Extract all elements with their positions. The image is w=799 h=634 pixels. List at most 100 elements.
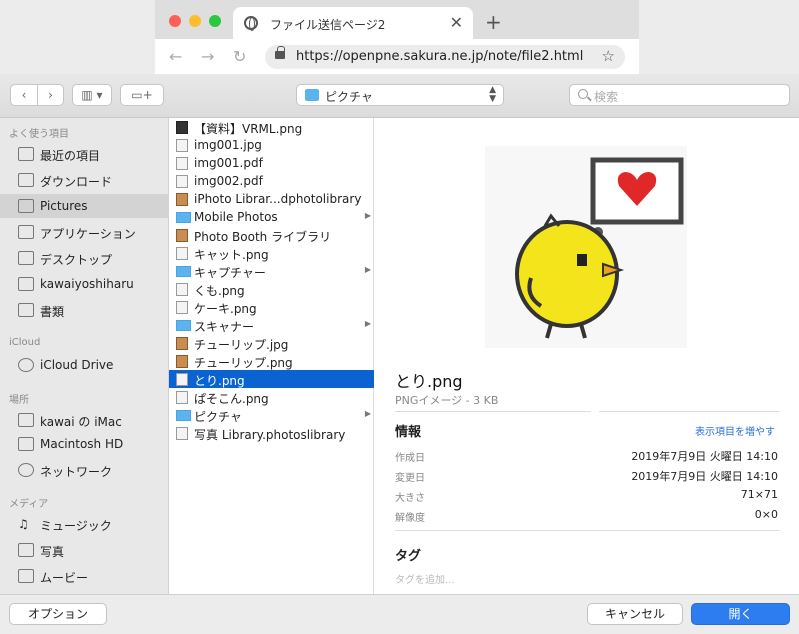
back-button[interactable]: ‹ bbox=[11, 85, 37, 105]
folder-item[interactable]: Mobile Photos ▶ bbox=[169, 208, 374, 226]
file-name: キャット.png bbox=[194, 248, 269, 262]
folder-icon bbox=[18, 173, 34, 187]
close-window-button[interactable] bbox=[169, 15, 181, 27]
file-name: img001.jpg bbox=[194, 138, 262, 152]
folder-icon bbox=[176, 212, 191, 223]
sidebar-header-locations: 場所 bbox=[9, 395, 29, 406]
sidebar-item-applications[interactable]: アプリケーション bbox=[0, 220, 168, 244]
file-item[interactable]: img002.pdf bbox=[169, 172, 374, 190]
dialog-toolbar: ‹ › ▥ ▾ ▭+ ピクチャ ▲ ▼ 検索 bbox=[0, 74, 799, 118]
cancel-button[interactable]: キャンセル bbox=[587, 603, 683, 625]
applications-icon bbox=[18, 225, 34, 239]
disclosure-arrow-icon: ▶ bbox=[364, 265, 371, 274]
file-item[interactable]: Photo Booth ライブラリ bbox=[169, 226, 374, 244]
sidebar-item-macintosh-hd[interactable]: Macintosh HD bbox=[0, 432, 168, 456]
back-icon[interactable]: ← bbox=[169, 47, 182, 66]
file-item[interactable]: チューリップ.png bbox=[169, 352, 374, 370]
file-item[interactable]: img001.pdf bbox=[169, 154, 374, 172]
forward-button[interactable]: › bbox=[37, 85, 63, 105]
file-item[interactable]: ケーキ.png bbox=[169, 298, 374, 316]
music-icon: ♫ bbox=[18, 517, 29, 531]
file-item[interactable]: キャット.png bbox=[169, 244, 374, 262]
file-item[interactable]: ぱそこん.png bbox=[169, 388, 374, 406]
tags-input[interactable]: タグを追加... bbox=[395, 571, 455, 586]
bookmark-star-icon[interactable]: ☆ bbox=[602, 47, 615, 65]
file-name: img002.pdf bbox=[194, 174, 263, 188]
info-key: 大きさ bbox=[395, 493, 425, 504]
folder-icon bbox=[18, 303, 34, 317]
sidebar-item-music[interactable]: ♫ ミュージック bbox=[0, 512, 168, 536]
reload-icon[interactable]: ↻ bbox=[233, 47, 246, 66]
folder-icon bbox=[305, 89, 319, 101]
file-item[interactable]: 写真 Library.photoslibrary bbox=[169, 424, 374, 442]
zoom-window-button[interactable] bbox=[209, 15, 221, 27]
sidebar-item-label: iCloud Drive bbox=[40, 358, 114, 372]
window-controls bbox=[169, 15, 221, 27]
sidebar-item-label: 最近の項目 bbox=[40, 149, 101, 163]
sidebar-item-photos[interactable]: 写真 bbox=[0, 538, 168, 562]
image-file-icon bbox=[176, 247, 188, 260]
sidebar-item-home[interactable]: kawaiyoshiharu bbox=[0, 272, 168, 296]
options-button[interactable]: オプション bbox=[9, 603, 107, 625]
view-mode-button[interactable]: ▥ ▾ bbox=[72, 84, 112, 106]
sidebar-item-desktop[interactable]: デスクトップ bbox=[0, 246, 168, 270]
forward-icon[interactable]: → bbox=[201, 47, 214, 66]
cloud-icon bbox=[18, 358, 34, 372]
address-bar[interactable]: https://openpne.sakura.ne.jp/note/file2.… bbox=[265, 45, 625, 69]
search-field[interactable]: 検索 bbox=[569, 84, 790, 106]
sidebar-item-icloud-drive[interactable]: iCloud Drive bbox=[0, 353, 168, 377]
file-name: iPhoto Librar...dphotolibrary bbox=[194, 192, 362, 206]
sidebar-item-downloads[interactable]: ダウンロード bbox=[0, 168, 168, 192]
disk-icon bbox=[18, 437, 34, 451]
sidebar-item-pictures[interactable]: Pictures bbox=[0, 194, 168, 218]
file-item[interactable]: img001.jpg bbox=[169, 136, 374, 154]
show-more-link[interactable]: 表示項目を増やす bbox=[695, 423, 775, 438]
browser-tab[interactable]: ファイル送信ページ2 ✕ bbox=[233, 7, 473, 39]
file-name: 写真 Library.photoslibrary bbox=[194, 428, 346, 442]
file-item[interactable]: 【資料】VRML.png bbox=[169, 118, 374, 136]
image-file-icon bbox=[176, 373, 188, 386]
info-value: 71×71 bbox=[740, 488, 778, 501]
sidebar-item-label: 書類 bbox=[40, 305, 65, 319]
sidebar-item-label: ネットワーク bbox=[40, 465, 113, 479]
file-item-selected[interactable]: とり.png bbox=[169, 370, 374, 388]
bird-thumbnail-image bbox=[485, 146, 687, 348]
home-icon bbox=[18, 277, 34, 291]
minimize-window-button[interactable] bbox=[189, 15, 201, 27]
divider bbox=[599, 411, 779, 412]
sidebar: よく使う項目 最近の項目 ダウンロード Pictures アプリケーション デス… bbox=[0, 118, 169, 594]
tab-close-icon[interactable]: ✕ bbox=[450, 13, 463, 32]
disclosure-arrow-icon: ▶ bbox=[364, 409, 371, 418]
file-item[interactable]: チューリップ.jpg bbox=[169, 334, 374, 352]
image-file-icon bbox=[176, 391, 188, 404]
file-name: ピクチャ bbox=[194, 410, 242, 424]
sidebar-item-imac[interactable]: kawai の iMac bbox=[0, 408, 168, 432]
file-item[interactable]: くも.png bbox=[169, 280, 374, 298]
info-key: 変更日 bbox=[395, 473, 425, 484]
sidebar-item-movies[interactable]: ムービー bbox=[0, 564, 168, 588]
new-tab-icon[interactable]: + bbox=[485, 10, 502, 34]
browser-nav-bar: ← → ↻ https://openpne.sakura.ne.jp/note/… bbox=[155, 39, 639, 74]
divider bbox=[395, 530, 779, 531]
sidebar-item-network[interactable]: ネットワーク bbox=[0, 458, 168, 482]
preview-pane: とり.png PNGイメージ - 3 KB 情報 表示項目を増やす 作成日 20… bbox=[374, 118, 799, 594]
folder-item[interactable]: キャプチャー ▶ bbox=[169, 262, 374, 280]
tab-title: ファイル送信ページ2 bbox=[270, 18, 386, 32]
back-forward-control: ‹ › bbox=[10, 84, 64, 106]
file-name: ぱそこん.png bbox=[194, 392, 269, 406]
location-popup[interactable]: ピクチャ ▲ ▼ bbox=[296, 84, 504, 106]
camera-icon bbox=[18, 543, 34, 557]
location-label: ピクチャ bbox=[325, 90, 373, 104]
folder-item[interactable]: ピクチャ ▶ bbox=[169, 406, 374, 424]
new-folder-button[interactable]: ▭+ bbox=[120, 84, 164, 106]
sidebar-item-documents[interactable]: 書類 bbox=[0, 298, 168, 322]
image-file-icon bbox=[176, 121, 188, 134]
sidebar-item-label: Pictures bbox=[40, 199, 88, 213]
file-item[interactable]: iPhoto Librar...dphotolibrary bbox=[169, 190, 374, 208]
folder-item[interactable]: スキャナー ▶ bbox=[169, 316, 374, 334]
open-button[interactable]: 開く bbox=[691, 603, 790, 625]
file-name: チューリップ.jpg bbox=[194, 338, 289, 352]
sidebar-item-recents[interactable]: 最近の項目 bbox=[0, 142, 168, 166]
sidebar-header-media: メディア bbox=[9, 499, 49, 510]
search-placeholder: 検索 bbox=[594, 90, 619, 104]
